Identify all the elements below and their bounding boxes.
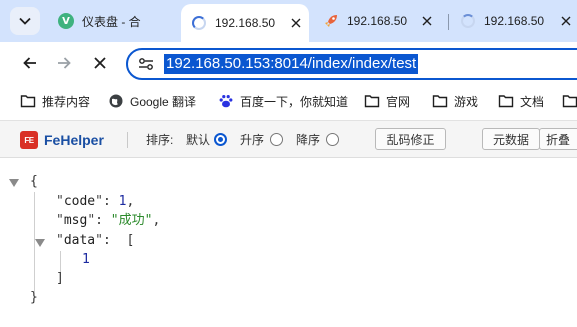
json-row-data: "data": [ bbox=[56, 233, 135, 248]
tab-localhost-3[interactable]: 192.168.50 bbox=[450, 6, 577, 36]
bookmark-label: 游戏 bbox=[454, 94, 479, 109]
sort-default-radio[interactable] bbox=[214, 133, 227, 146]
forward-button[interactable] bbox=[50, 50, 78, 78]
close-icon[interactable] bbox=[420, 14, 434, 28]
browser-toolbar: 192.168.50.153:8014/index/index/test bbox=[0, 42, 577, 86]
divider bbox=[127, 132, 128, 148]
tab-title: 192.168.50 bbox=[484, 14, 545, 28]
url-text[interactable]: 192.168.50.153:8014/index/index/test bbox=[164, 54, 419, 74]
arrow-left-icon bbox=[22, 55, 38, 74]
json-close-brace: } bbox=[30, 290, 38, 305]
folder-icon bbox=[562, 93, 577, 109]
json-key-code: code bbox=[63, 194, 96, 209]
collapse-root-toggle[interactable] bbox=[9, 179, 19, 187]
bookmark-docs[interactable]: 文档 bbox=[498, 92, 544, 110]
bookmark-label: 推荐内容 bbox=[42, 94, 91, 109]
loading-spinner-icon bbox=[460, 13, 476, 29]
collapse-data-toggle[interactable] bbox=[35, 239, 45, 247]
folder-icon bbox=[20, 93, 36, 109]
bookmark-more-folder[interactable] bbox=[562, 92, 577, 110]
fold-button[interactable]: 折叠 bbox=[539, 128, 577, 150]
bookmark-games[interactable]: 游戏 bbox=[432, 92, 478, 110]
bookmark-label: 官网 bbox=[386, 94, 411, 109]
folder-icon bbox=[364, 93, 380, 109]
bookmark-google-translate[interactable]: Google 翻译 bbox=[108, 92, 196, 110]
bookmark-official-site[interactable]: 官网 bbox=[364, 92, 410, 110]
back-button[interactable] bbox=[16, 50, 44, 78]
json-row-msg: "msg": "成功", bbox=[56, 213, 161, 228]
tab-search-button[interactable] bbox=[10, 7, 40, 35]
json-value-msg: 成功 bbox=[118, 213, 145, 228]
json-array-close: ] bbox=[56, 271, 64, 286]
json-key-data: data bbox=[63, 233, 96, 248]
json-array-open: [ bbox=[126, 233, 135, 248]
tab-localhost-2[interactable]: 192.168.50 bbox=[313, 6, 440, 36]
json-key-msg: msg bbox=[63, 213, 88, 228]
sort-desc-radio[interactable] bbox=[326, 133, 339, 146]
baidu-paw-icon bbox=[218, 93, 234, 109]
sort-option-desc-label[interactable]: 降序 bbox=[296, 132, 320, 148]
stop-loading-button[interactable] bbox=[86, 50, 114, 78]
fehelper-logo-icon: FE bbox=[20, 131, 38, 149]
close-icon[interactable] bbox=[289, 16, 303, 30]
vue-logo-icon: V bbox=[58, 13, 74, 29]
rocket-icon bbox=[323, 13, 339, 29]
sort-label: 排序: bbox=[146, 133, 174, 147]
arrow-right-icon bbox=[56, 55, 72, 74]
tab-separator bbox=[448, 14, 449, 30]
sort-option-asc-label[interactable]: 升序 bbox=[240, 132, 264, 148]
tab-dashboard[interactable]: V 仪表盘 - 合 bbox=[48, 6, 176, 36]
tab-title: 192.168.50 bbox=[215, 16, 276, 30]
bookmark-label: 百度一下，你就知道 bbox=[240, 94, 349, 109]
globe-icon bbox=[108, 93, 124, 109]
tab-strip: V 仪表盘 - 合 192.168.50 192.168.50 192.168.… bbox=[0, 0, 577, 42]
bookmark-recommended[interactable]: 推荐内容 bbox=[20, 92, 90, 110]
fehelper-title: FeHelper bbox=[44, 132, 104, 148]
close-icon bbox=[93, 56, 107, 73]
json-row-code: "code": 1, bbox=[56, 194, 135, 209]
tab-active-localhost[interactable]: 192.168.50 bbox=[181, 4, 309, 42]
sort-option-default-label[interactable]: 默认 bbox=[186, 132, 210, 148]
folder-icon bbox=[432, 93, 448, 109]
bookmarks-bar: 推荐内容 Google 翻译 百度一下，你就知道 官网 游戏 文档 bbox=[0, 86, 577, 116]
raw-data-button[interactable]: 元数据 bbox=[482, 128, 540, 150]
address-bar[interactable]: 192.168.50.153:8014/index/index/test bbox=[126, 48, 577, 80]
json-array-item: 1 bbox=[82, 252, 90, 267]
json-open-brace: { bbox=[30, 174, 38, 189]
fehelper-toolbar: FE FeHelper 排序: 默认 升序 降序 乱码修正 元数据 折叠 bbox=[0, 120, 577, 158]
sort-asc-radio[interactable] bbox=[270, 133, 283, 146]
folder-icon bbox=[498, 93, 514, 109]
fix-encoding-button[interactable]: 乱码修正 bbox=[375, 128, 446, 150]
bookmark-label: Google 翻译 bbox=[130, 94, 197, 109]
json-viewer: { "code": 1, "msg": "成功", "data": [ 1 ] … bbox=[0, 160, 577, 327]
close-icon[interactable] bbox=[559, 14, 573, 28]
bookmark-label: 文档 bbox=[520, 94, 545, 109]
loading-spinner-icon bbox=[191, 15, 207, 31]
bookmark-baidu[interactable]: 百度一下，你就知道 bbox=[218, 92, 348, 110]
tab-title: 仪表盘 - 合 bbox=[82, 14, 141, 29]
site-info-icon[interactable] bbox=[136, 55, 156, 73]
tab-title: 192.168.50 bbox=[347, 14, 408, 28]
chevron-down-icon bbox=[19, 14, 31, 28]
